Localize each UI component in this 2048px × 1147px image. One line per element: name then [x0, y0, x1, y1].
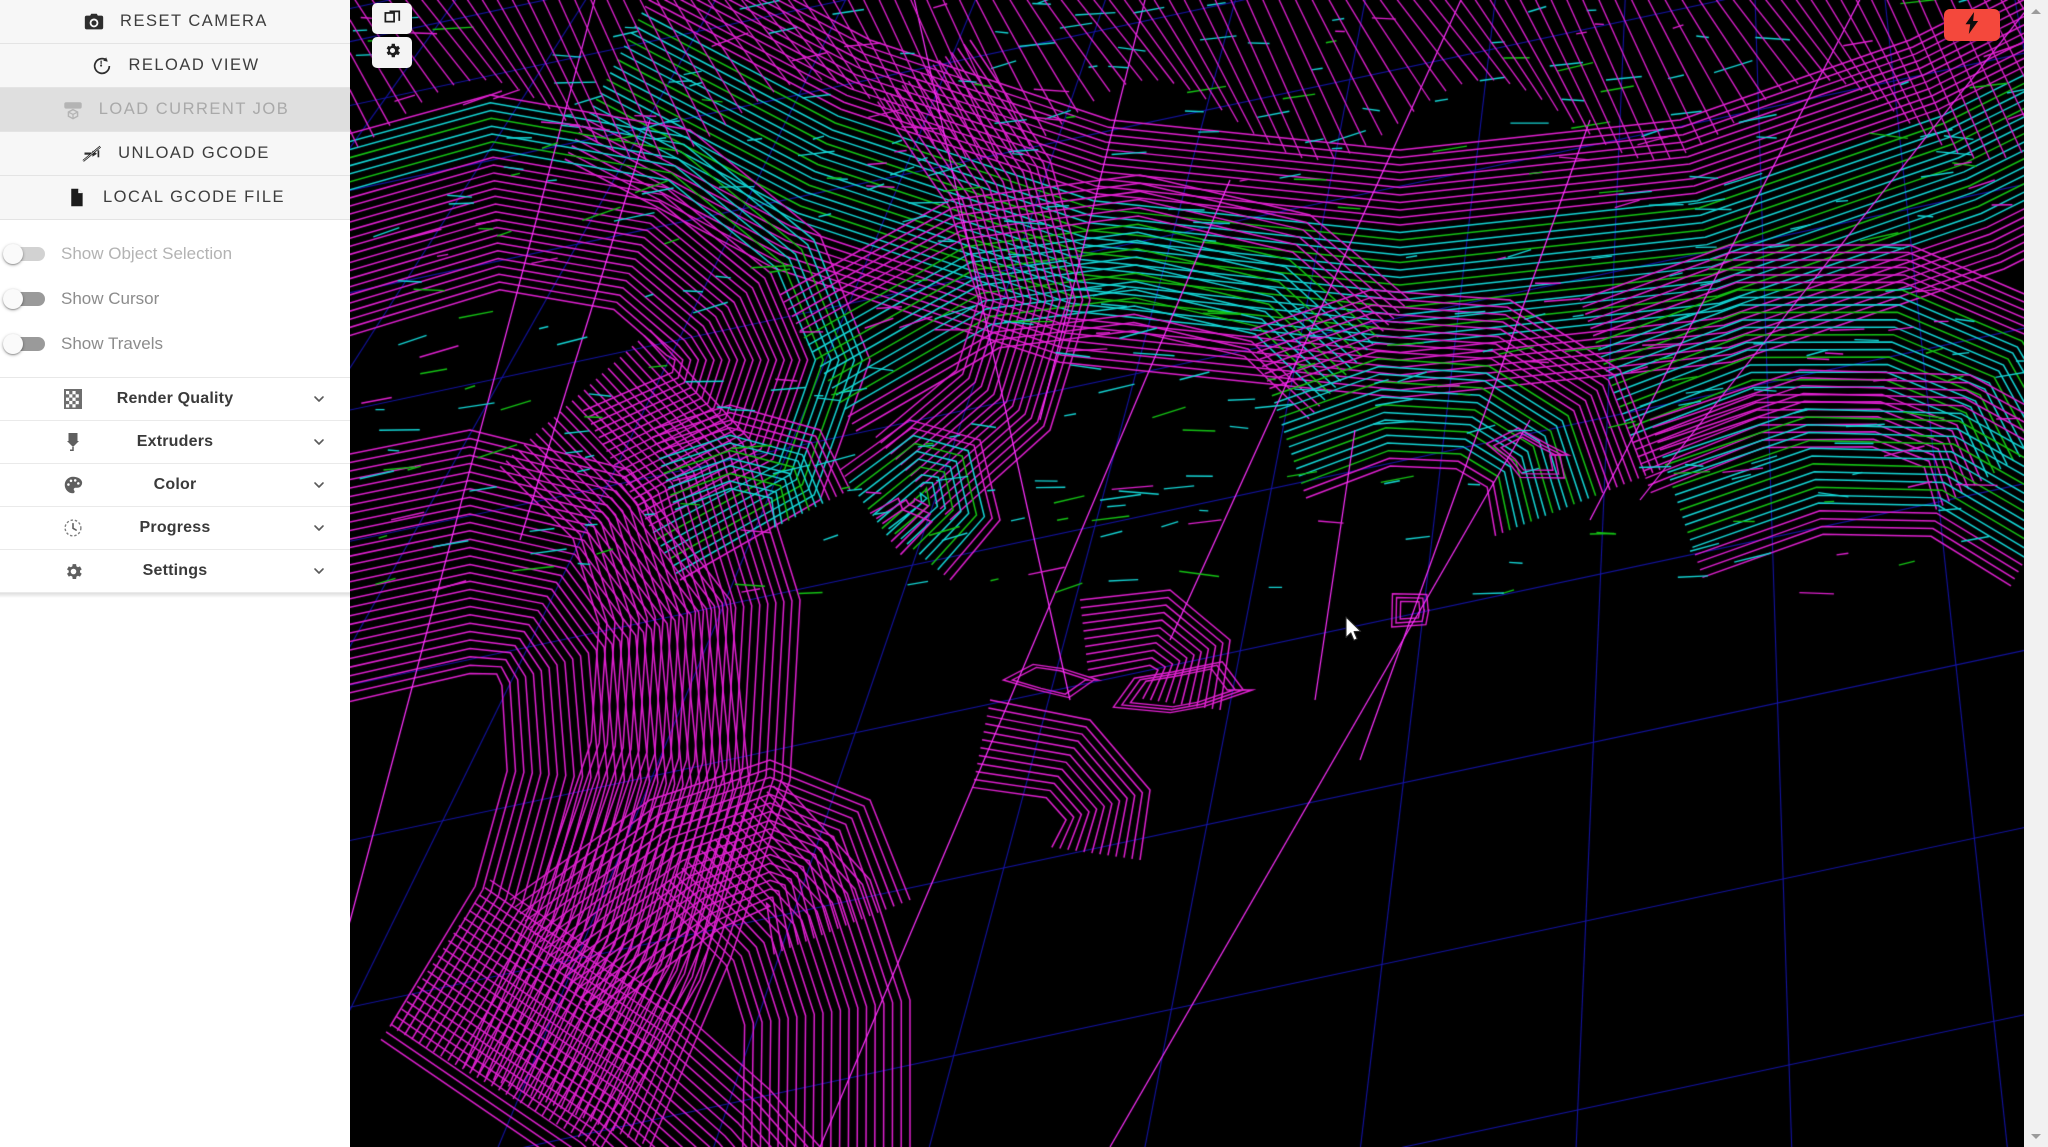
clock-icon: [60, 515, 86, 541]
reset-camera-button[interactable]: RESET CAMERA: [0, 0, 350, 44]
toggle-label: Show Travels: [61, 333, 164, 353]
unload-gcode-icon: [80, 142, 104, 166]
unload-gcode-button[interactable]: UNLOAD GCODE: [0, 132, 350, 176]
chevron-up-icon: [2031, 8, 2041, 14]
lightning-bolt-icon: [1965, 11, 1980, 39]
gcode-3d-viewport[interactable]: [350, 0, 2048, 1147]
toggle-label: Show Cursor: [61, 288, 160, 308]
toggle-switch-off[interactable]: [3, 333, 47, 354]
chevron-down-icon[interactable]: [308, 474, 330, 496]
panel-label: Settings: [142, 562, 208, 579]
switch-knob: [3, 288, 23, 309]
chevron-down-icon: [2031, 1133, 2041, 1139]
scroll-up-arrow[interactable]: [2024, 0, 2048, 22]
unload-gcode-label: UNLOAD GCODE: [118, 144, 270, 162]
panel-progress[interactable]: Progress: [0, 507, 350, 550]
printer-3d-icon: [61, 98, 85, 122]
load-current-job-label: LOAD CURRENT JOB: [98, 100, 290, 118]
multi-view-button[interactable]: [372, 3, 412, 34]
panel-label: Extruders: [136, 433, 214, 450]
chevron-down-icon[interactable]: [308, 517, 330, 539]
local-gcode-file-label: LOCAL GCODE FILE: [102, 188, 285, 206]
camera-icon: [82, 10, 106, 34]
checkerboard-icon: [60, 386, 86, 412]
toggle-switch-off[interactable]: [3, 288, 47, 309]
gcode-viewer-app: RESET CAMERA RELOAD VIEW LOAD CURRENT JO…: [0, 0, 2048, 1147]
toggle-label: Show Object Selection: [61, 243, 233, 263]
gear-icon: [383, 41, 402, 65]
switch-knob: [3, 243, 23, 264]
gcode-render-canvas[interactable]: [350, 0, 2048, 1147]
windows-copy-icon: [383, 7, 402, 31]
settings-accordion: Render Quality Extruders Color Progress …: [0, 377, 350, 593]
panel-settings[interactable]: Settings: [0, 550, 350, 593]
emergency-stop-button[interactable]: [1944, 9, 2000, 41]
toggle-show-cursor[interactable]: Show Cursor: [0, 276, 350, 321]
panels-spacer: [0, 366, 350, 377]
panel-render-quality[interactable]: Render Quality: [0, 378, 350, 421]
chevron-down-icon[interactable]: [308, 388, 330, 410]
page-scrollbar[interactable]: [2024, 0, 2048, 1147]
reload-view-label: RELOAD VIEW: [128, 56, 260, 74]
gear-icon: [60, 558, 86, 584]
reload-icon: [90, 54, 114, 78]
panel-color[interactable]: Color: [0, 464, 350, 507]
palette-icon: [60, 472, 86, 498]
switch-knob: [3, 333, 23, 354]
scroll-down-arrow[interactable]: [2024, 1125, 2048, 1147]
panel-extruders[interactable]: Extruders: [0, 421, 350, 464]
toggle-group-spacer: [0, 220, 350, 231]
toggle-switch-off[interactable]: [3, 243, 47, 264]
load-current-job-button: LOAD CURRENT JOB: [0, 88, 350, 132]
local-gcode-file-button[interactable]: LOCAL GCODE FILE: [0, 176, 350, 220]
viewer-settings-button[interactable]: [372, 37, 412, 68]
scrollbar-track[interactable]: [2024, 22, 2048, 1125]
chevron-down-icon[interactable]: [308, 431, 330, 453]
toggle-show-travels[interactable]: Show Travels: [0, 321, 350, 366]
panel-label: Render Quality: [116, 390, 234, 407]
file-icon: [65, 186, 89, 210]
chevron-down-icon[interactable]: [308, 560, 330, 582]
extruder-icon: [60, 429, 86, 455]
reset-camera-label: RESET CAMERA: [120, 12, 268, 30]
reload-view-button[interactable]: RELOAD VIEW: [0, 44, 350, 88]
panel-label: Color: [153, 476, 197, 493]
accordion-shadow: [0, 593, 350, 598]
panel-label: Progress: [139, 519, 211, 536]
toggle-show-object-selection[interactable]: Show Object Selection: [0, 231, 350, 276]
sidebar: RESET CAMERA RELOAD VIEW LOAD CURRENT JO…: [0, 0, 350, 1147]
